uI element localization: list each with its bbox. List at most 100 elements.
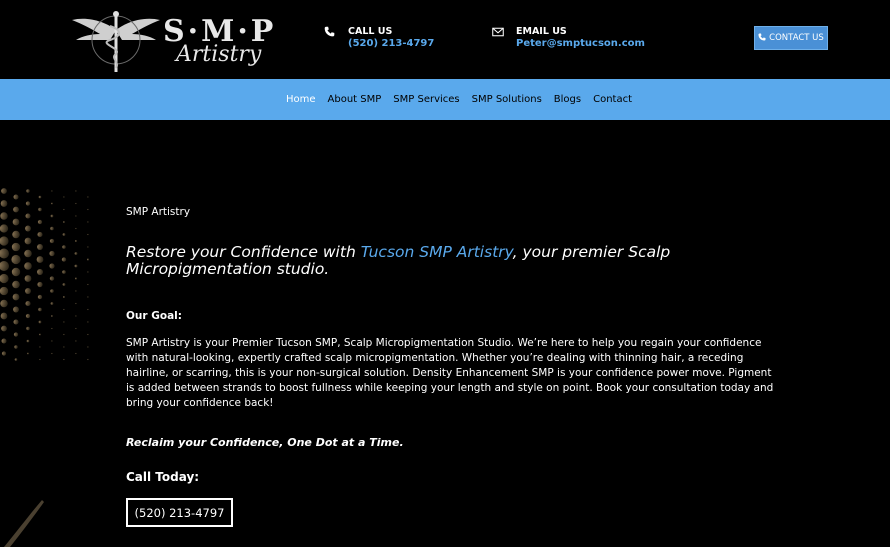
decorative-dot (11, 242, 21, 252)
decorative-dot (87, 333, 89, 336)
decorative-dot (75, 277, 77, 280)
decorative-dot (75, 352, 77, 355)
brand-line: SMP Artistry (126, 206, 191, 218)
decorative-dot (25, 300, 31, 307)
decorative-dot (49, 276, 55, 281)
nav-item-contact[interactable]: Contact (593, 94, 632, 105)
nav-items: Home About SMP SMP Services SMP Solution… (286, 94, 644, 105)
decorative-dot (51, 190, 53, 192)
decorative-dot (63, 196, 65, 198)
decorative-dot (38, 207, 42, 212)
nav-item-blogs[interactable]: Blogs (554, 94, 581, 105)
nav-item-smp-services[interactable]: SMP Services (393, 94, 459, 105)
decorative-dot (87, 358, 89, 361)
decorative-dot (0, 261, 9, 271)
decorative-dot (51, 315, 53, 317)
decorative-dot (0, 212, 8, 220)
decorative-dot (87, 271, 89, 273)
email-us-label: EMAIL US (516, 26, 567, 37)
decorative-dot (0, 248, 9, 259)
decorative-dot (39, 333, 41, 336)
decorative-dot (24, 275, 32, 282)
decorative-dot (36, 256, 44, 263)
decorative-dot (37, 231, 43, 238)
decorative-dot (13, 194, 19, 200)
decorative-dot (25, 213, 31, 219)
decorative-dot (1, 188, 7, 194)
tagline: Reclaim your Confidence, One Dot at a Ti… (126, 436, 404, 449)
decorative-dot (87, 208, 89, 211)
phone-icon (324, 26, 338, 40)
call-us-phone-link[interactable]: (520) 213-4797 (348, 38, 434, 49)
decorative-dot (63, 208, 65, 211)
decorative-dot (37, 244, 43, 250)
decorative-dot (49, 263, 55, 269)
decorative-dot (39, 358, 41, 361)
decorative-dot (13, 332, 19, 337)
decorative-dot (0, 312, 8, 320)
decorative-dot (74, 264, 78, 268)
decorative-dot (25, 288, 31, 294)
decorative-dot (13, 206, 19, 213)
decorative-dot (14, 345, 18, 349)
decorative-dot (26, 189, 30, 193)
decorative-dot (49, 238, 55, 244)
decorative-dot (75, 315, 77, 317)
call-phone-button[interactable]: (520) 213-4797 (126, 498, 233, 527)
decorative-dot (37, 281, 43, 288)
decorative-dot (61, 257, 67, 262)
decorative-dot (0, 299, 8, 308)
decorative-dot (75, 340, 77, 342)
decorative-dot (50, 214, 54, 218)
nav-item-home[interactable]: Home (286, 94, 316, 105)
header: S·M·P Artistry CALL US (520) 213-4797 EM… (0, 0, 890, 79)
goal-heading: Our Goal: (126, 310, 182, 322)
decorative-dot (0, 224, 9, 233)
decorative-dot (51, 202, 53, 205)
decorative-dot (11, 254, 21, 265)
decorative-dot (37, 294, 43, 300)
decorative-dot (12, 218, 20, 226)
decorative-dot (37, 219, 43, 225)
decorative-dot (63, 358, 65, 361)
decorative-dot (0, 236, 9, 246)
decorative-dot (63, 346, 65, 348)
call-us-label: CALL US (348, 26, 393, 37)
logo[interactable]: S·M·P Artistry (70, 8, 273, 74)
decorative-dot (62, 270, 66, 274)
decorative-dot (51, 340, 53, 342)
decorative-dot (51, 352, 53, 355)
decorative-dot (0, 286, 9, 296)
decorative-dot (87, 196, 89, 198)
nav-item-smp-solutions[interactable]: SMP Solutions (472, 94, 542, 105)
decorative-dot (27, 352, 29, 355)
call-today-heading: Call Today: (126, 470, 200, 484)
decorative-dot (75, 302, 77, 305)
nav-item-about-smp[interactable]: About SMP (328, 94, 382, 105)
decorative-dot (13, 319, 19, 325)
decorative-dot (37, 269, 43, 275)
decorative-dot (87, 308, 89, 311)
email-us-link[interactable]: Peter@smptucson.com (516, 38, 645, 49)
decorative-dot (11, 267, 21, 277)
decorative-dot (13, 306, 19, 313)
decorative-dot (63, 333, 65, 336)
logo-script: Artistry (176, 42, 262, 67)
decorative-dot (24, 249, 32, 258)
headline-text-start: Restore your Confidence with (126, 243, 361, 261)
decorative-dot (87, 283, 89, 286)
decorative-dot (38, 320, 42, 324)
decorative-dot (62, 283, 66, 286)
decorative-dot (24, 262, 32, 270)
decorative-dot (1, 351, 7, 356)
decorative-dot (63, 221, 65, 223)
headline-brand-link[interactable]: Tucson SMP Artistry (361, 243, 513, 261)
decorative-dot (63, 321, 65, 323)
decorative-dot (87, 346, 89, 348)
contact-us-button[interactable]: CONTACT US (754, 26, 828, 50)
decorative-dot (63, 296, 65, 298)
decorative-dot (0, 273, 9, 284)
decorative-dot (87, 246, 89, 248)
decorative-dot (75, 240, 77, 242)
decorative-dot (62, 245, 66, 249)
